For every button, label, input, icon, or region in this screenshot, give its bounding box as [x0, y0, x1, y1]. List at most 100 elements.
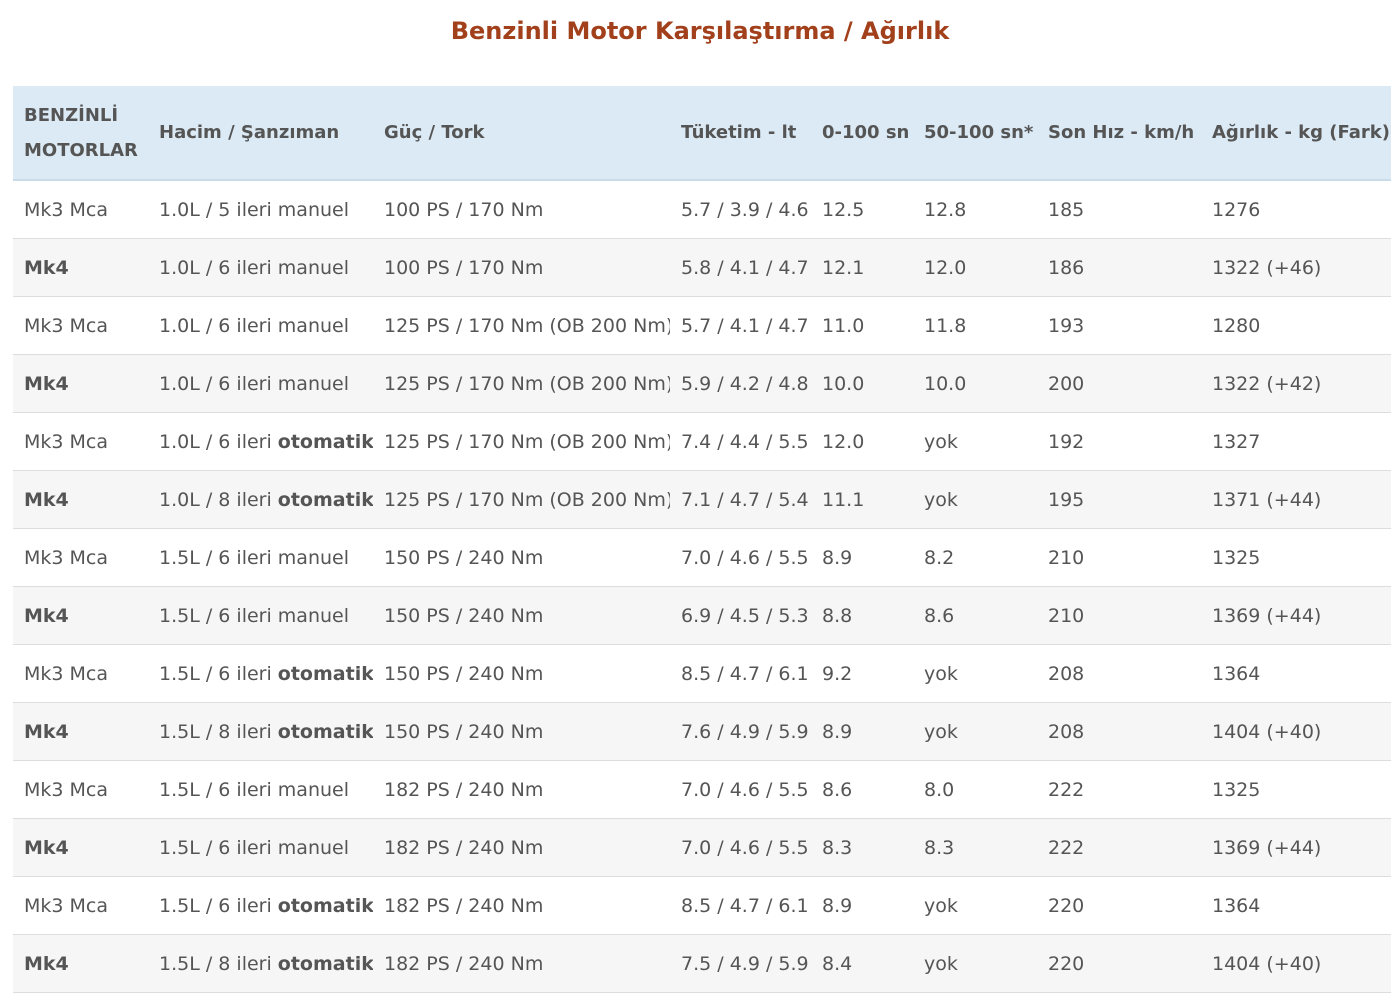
cell-power-torque: 182 PS / 240 Nm [373, 760, 670, 819]
cell-acceleration-0-100: 12.5 [811, 180, 913, 239]
transmission-prefix: 1.5L / 6 ileri [159, 662, 278, 685]
cell-model: Mk4 [13, 586, 148, 645]
cell-volume-transmission: 1.5L / 6 ileri manuel [148, 586, 373, 645]
cell-consumption: 5.9 / 4.2 / 4.8 [670, 354, 811, 413]
transmission-prefix: 1.0L / 6 ileri [159, 314, 278, 337]
cell-acceleration-0-100: 8.9 [811, 876, 913, 935]
cell-top-speed: 208 [1037, 702, 1201, 761]
cell-power-torque: 125 PS / 170 Nm (OB 200 Nm) [373, 412, 670, 471]
header-engines-line1: BENZİNLİ [24, 104, 119, 126]
cell-acceleration-50-100: 11.8 [913, 296, 1037, 355]
transmission-prefix: 1.5L / 6 ileri [159, 546, 278, 569]
transmission-type: manuel [277, 836, 350, 859]
cell-power-torque: 100 PS / 170 Nm [373, 238, 670, 297]
cell-weight: 1364 [1201, 876, 1391, 935]
cell-volume-transmission: 1.5L / 6 ileri otomatik [148, 644, 373, 703]
transmission-prefix: 1.0L / 6 ileri [159, 430, 278, 453]
cell-acceleration-0-100: 8.8 [811, 586, 913, 645]
cell-weight: 1364 [1201, 644, 1391, 703]
cell-acceleration-0-100: 11.1 [811, 470, 913, 529]
cell-acceleration-50-100: yok [913, 644, 1037, 703]
cell-acceleration-0-100: 12.1 [811, 238, 913, 297]
cell-volume-transmission: 1.5L / 6 ileri otomatik [148, 876, 373, 935]
transmission-type: otomatik [277, 894, 373, 917]
cell-acceleration-0-100: 10.0 [811, 354, 913, 413]
cell-acceleration-50-100: 8.6 [913, 586, 1037, 645]
cell-model: Mk4 [13, 354, 148, 413]
cell-volume-transmission: 1.0L / 6 ileri manuel [148, 354, 373, 413]
cell-acceleration-50-100: 8.0 [913, 760, 1037, 819]
cell-model: Mk3 Mca [13, 876, 148, 935]
transmission-prefix: 1.5L / 8 ileri [159, 952, 278, 975]
cell-weight: 1280 [1201, 296, 1391, 355]
page-title: Benzinli Motor Karşılaştırma / Ağırlık [450, 17, 950, 45]
transmission-prefix: 1.0L / 5 ileri [159, 198, 278, 221]
table-header: BENZİNLİ MOTORLAR Hacim / Şanzıman Güç / … [13, 86, 1391, 181]
transmission-prefix: 1.0L / 6 ileri [159, 372, 278, 395]
cell-model: Mk3 Mca [13, 296, 148, 355]
table-row: Mk3 Mca 1.5L / 6 ileri manuel 150 PS / 240… [13, 528, 1391, 587]
cell-top-speed: 210 [1037, 528, 1201, 587]
cell-acceleration-50-100: 12.8 [913, 180, 1037, 239]
cell-model: Mk4 [13, 934, 148, 993]
cell-consumption: 7.1 / 4.7 / 5.4 [670, 470, 811, 529]
cell-power-torque: 150 PS / 240 Nm [373, 702, 670, 761]
cell-power-torque: 182 PS / 240 Nm [373, 818, 670, 877]
cell-top-speed: 208 [1037, 644, 1201, 703]
header-power-torque: Güç / Tork [373, 86, 670, 181]
transmission-type: manuel [277, 604, 350, 627]
table-row: Mk4 1.0L / 8 ileri otomatik 125 PS / 170 N… [13, 470, 1391, 529]
transmission-type: otomatik [277, 952, 373, 975]
cell-model: Mk3 Mca [13, 412, 148, 471]
table-row: Mk4 1.5L / 8 ileri otomatik 182 PS / 240 N… [13, 934, 1391, 993]
cell-consumption: 6.9 / 4.5 / 5.3 [670, 586, 811, 645]
cell-volume-transmission: 1.0L / 8 ileri otomatik [148, 470, 373, 529]
table-row: Mk3 Mca 1.0L / 5 ileri manuel 100 PS / 170… [13, 180, 1391, 239]
table-row: Mk4 1.5L / 6 ileri manuel 150 PS / 240 Nm 6… [13, 586, 1391, 645]
transmission-type: manuel [277, 198, 350, 221]
cell-power-torque: 150 PS / 240 Nm [373, 644, 670, 703]
transmission-prefix: 1.5L / 8 ileri [159, 720, 278, 743]
table-row: Mk3 Mca 1.5L / 6 ileri otomatik 150 PS / 2… [13, 644, 1391, 703]
transmission-type: otomatik [277, 720, 373, 743]
cell-top-speed: 222 [1037, 818, 1201, 877]
transmission-type: otomatik [277, 488, 373, 511]
cell-weight: 1325 [1201, 528, 1391, 587]
table-row: Mk3 Mca 1.5L / 6 ileri manuel 182 PS / 240… [13, 760, 1391, 819]
cell-consumption: 5.8 / 4.1 / 4.7 [670, 238, 811, 297]
table-row: Mk4 1.0L / 6 ileri manuel 125 PS / 170 Nm … [13, 354, 1391, 413]
transmission-prefix: 1.5L / 6 ileri [159, 604, 278, 627]
header-acceleration-50-100: 50-100 sn* [913, 86, 1037, 181]
transmission-prefix: 1.0L / 8 ileri [159, 488, 278, 511]
cell-power-torque: 125 PS / 170 Nm (OB 200 Nm) [373, 470, 670, 529]
cell-volume-transmission: 1.5L / 8 ileri otomatik [148, 702, 373, 761]
cell-consumption: 5.7 / 4.1 / 4.7 [670, 296, 811, 355]
cell-consumption: 7.0 / 4.6 / 5.5 [670, 818, 811, 877]
cell-model: Mk4 [13, 238, 148, 297]
cell-model: Mk3 Mca [13, 760, 148, 819]
cell-weight: 1404 (+40) [1201, 934, 1391, 993]
cell-acceleration-0-100: 8.9 [811, 702, 913, 761]
transmission-prefix: 1.5L / 6 ileri [159, 778, 278, 801]
transmission-type: otomatik [277, 430, 373, 453]
cell-weight: 1404 (+40) [1201, 702, 1391, 761]
cell-top-speed: 195 [1037, 470, 1201, 529]
cell-volume-transmission: 1.0L / 6 ileri otomatik [148, 412, 373, 471]
cell-consumption: 7.4 / 4.4 / 5.5 [670, 412, 811, 471]
cell-weight: 1371 (+44) [1201, 470, 1391, 529]
transmission-type: manuel [277, 314, 350, 337]
cell-top-speed: 185 [1037, 180, 1201, 239]
transmission-prefix: 1.0L / 6 ileri [159, 256, 278, 279]
cell-acceleration-0-100: 8.6 [811, 760, 913, 819]
cell-model: Mk4 [13, 818, 148, 877]
cell-consumption: 7.6 / 4.9 / 5.9 [670, 702, 811, 761]
transmission-type: manuel [277, 372, 350, 395]
cell-weight: 1369 (+44) [1201, 818, 1391, 877]
cell-volume-transmission: 1.5L / 8 ileri otomatik [148, 934, 373, 993]
transmission-prefix: 1.5L / 6 ileri [159, 894, 278, 917]
transmission-type: manuel [277, 778, 350, 801]
cell-power-torque: 125 PS / 170 Nm (OB 200 Nm) [373, 354, 670, 413]
cell-volume-transmission: 1.5L / 6 ileri manuel [148, 760, 373, 819]
cell-acceleration-50-100: yok [913, 412, 1037, 471]
header-acceleration-0-100: 0-100 sn [811, 86, 913, 181]
